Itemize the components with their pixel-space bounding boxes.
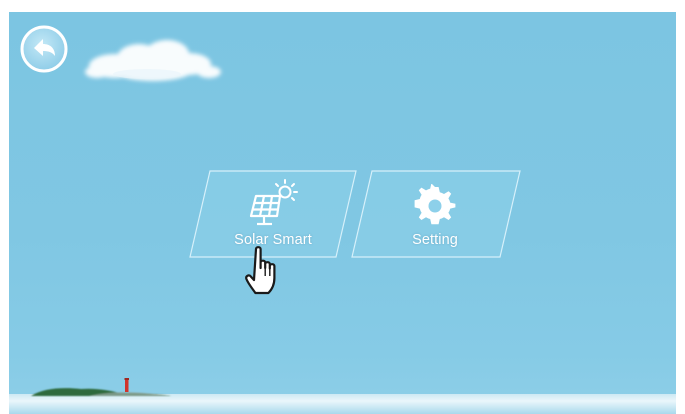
solar-panel-sun-icon	[249, 179, 298, 226]
back-arrow-icon	[20, 25, 68, 73]
gear-icon	[414, 184, 456, 225]
tile-solar-smart[interactable]: Solar Smart	[189, 170, 357, 258]
tile-setting-label: Setting	[412, 232, 458, 248]
back-button[interactable]	[20, 25, 68, 73]
cloud-decoration	[85, 40, 221, 81]
tile-solar-smart-label: Solar Smart	[234, 232, 312, 248]
sea-horizon-decoration	[9, 378, 676, 414]
app-screen: Solar Smart Setting	[9, 12, 676, 414]
tile-setting[interactable]: Setting	[351, 170, 521, 258]
